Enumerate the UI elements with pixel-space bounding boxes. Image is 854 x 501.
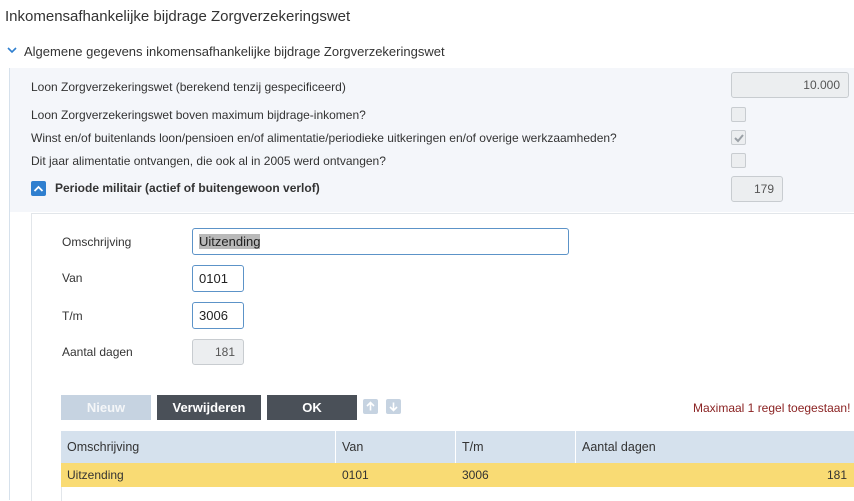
van-input[interactable]: 0101 xyxy=(192,265,244,292)
alimentatie-checkbox[interactable] xyxy=(731,153,746,168)
section-title: Algemene gegevens inkomensafhankelijke b… xyxy=(24,44,445,59)
general-data-block: Loon Zorgverzekeringswet (berekend tenzi… xyxy=(10,68,854,212)
cell-omschrijving: Uitzending xyxy=(67,468,124,482)
section-header[interactable]: Algemene gegevens inkomensafhankelijke b… xyxy=(0,38,854,66)
cell-van: 0101 xyxy=(342,468,369,482)
aantal-dagen-label: Aantal dagen xyxy=(62,345,133,359)
omschrijving-value: Uitzending xyxy=(199,234,261,249)
column-header-omschrijving[interactable]: Omschrijving xyxy=(61,431,336,463)
column-header-aantal-dagen[interactable]: Aantal dagen xyxy=(576,431,854,463)
periods-grid: Omschrijving Van T/m Aantal dagen Uitzen… xyxy=(61,431,854,501)
alimentatie-row: Dit jaar alimentatie ontvangen, die ook … xyxy=(10,150,854,172)
loon-label: Loon Zorgverzekeringswet (berekend tenzi… xyxy=(31,80,346,94)
chevron-down-icon[interactable] xyxy=(5,43,19,57)
boven-max-label: Loon Zorgverzekeringswet boven maximum b… xyxy=(31,108,366,122)
militair-row: Periode militair (actief of buitengewoon… xyxy=(10,176,854,202)
omschrijving-label: Omschrijving xyxy=(62,235,132,249)
winst-label: Winst en/of buitenlands loon/pensioen en… xyxy=(31,131,617,145)
nieuw-button[interactable]: Nieuw xyxy=(61,395,151,420)
verwijderen-button[interactable]: Verwijderen xyxy=(157,395,261,420)
militair-detail-panel: Omschrijving Uitzending Van 0101 T/m 300… xyxy=(31,213,854,501)
arrow-up-icon[interactable] xyxy=(363,399,378,414)
militair-field[interactable]: 179 xyxy=(731,176,783,202)
max-rows-message: Maximaal 1 regel toegestaan! xyxy=(693,401,851,415)
loon-row: Loon Zorgverzekeringswet (berekend tenzi… xyxy=(10,72,854,98)
ok-button[interactable]: OK xyxy=(267,395,357,420)
cell-aantal-dagen: 181 xyxy=(826,468,847,482)
checkmark-icon xyxy=(734,134,744,143)
page-title: Inkomensafhankelijke bijdrage Zorgverzek… xyxy=(5,8,351,25)
tm-label: T/m xyxy=(62,309,83,323)
boven-max-checkbox[interactable] xyxy=(731,107,746,122)
grid-empty-area xyxy=(61,487,854,501)
tm-input[interactable]: 3006 xyxy=(192,302,244,329)
van-label: Van xyxy=(62,271,83,285)
omschrijving-input[interactable]: Uitzending xyxy=(192,228,569,255)
table-row[interactable]: Uitzending 0101 3006 181 xyxy=(61,463,854,487)
militair-label: Periode militair (actief of buitengewoon… xyxy=(55,181,320,195)
chevron-up-icon[interactable] xyxy=(31,181,46,196)
column-header-van[interactable]: Van xyxy=(336,431,456,463)
boven-max-row: Loon Zorgverzekeringswet boven maximum b… xyxy=(10,104,854,126)
grid-header: Omschrijving Van T/m Aantal dagen xyxy=(61,431,854,463)
arrow-down-icon[interactable] xyxy=(386,399,401,414)
column-header-tm[interactable]: T/m xyxy=(456,431,576,463)
winst-checkbox[interactable] xyxy=(731,130,746,145)
winst-row: Winst en/of buitenlands loon/pensioen en… xyxy=(10,127,854,149)
loon-field[interactable]: 10.000 xyxy=(731,72,849,98)
cell-tm: 3006 xyxy=(462,468,489,482)
alimentatie-label: Dit jaar alimentatie ontvangen, die ook … xyxy=(31,154,386,168)
aantal-dagen-field[interactable]: 181 xyxy=(192,339,244,365)
